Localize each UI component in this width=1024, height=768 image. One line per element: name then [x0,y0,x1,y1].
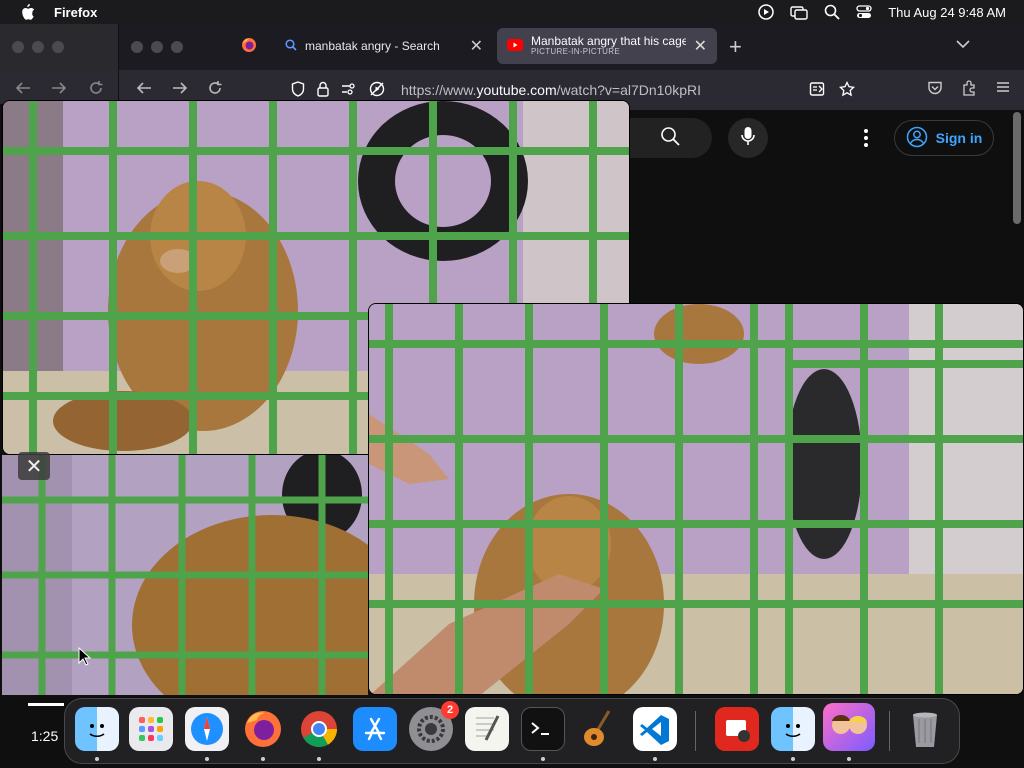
monkey-back-image [2,455,368,695]
system-settings-icon[interactable]: 2 [409,701,459,751]
menu-bar: Firefox Thu Aug 24 9:48 AM [0,0,1024,24]
dock-separator [695,711,696,751]
close-tab-icon[interactable]: ✕ [470,36,483,56]
list-all-tabs-icon[interactable] [955,36,971,54]
firefox-icon [241,37,257,56]
photo-booth-icon[interactable] [715,707,759,751]
forward-icon[interactable] [171,80,189,101]
autoplay-blocked-icon[interactable] [369,81,385,100]
chrome-icon[interactable] [297,707,341,751]
notification-badge: 2 [441,701,459,719]
tab-search[interactable]: manbatak angry - Search ✕ [275,28,493,64]
microphone-icon [741,126,755,151]
reload-icon[interactable] [207,80,223,101]
dock-separator [889,711,890,751]
active-app-name[interactable]: Firefox [54,5,97,20]
background-window [0,24,120,104]
url-prefix: https://www. [401,82,477,98]
running-indicator [847,757,851,761]
vscode-icon[interactable] [633,707,677,751]
youtube-search-button[interactable] [628,118,712,158]
close-icon: ✕ [25,455,43,478]
back-icon[interactable] [135,80,153,101]
tab-strip: manbatak angry - Search ✕ Manbatak angry… [119,24,1024,70]
finder-window-icon[interactable] [771,707,815,751]
spotlight-search-icon[interactable] [824,4,840,20]
app-menu-icon[interactable] [995,80,1011,101]
running-indicator [541,757,545,761]
running-indicator [791,757,795,761]
background-window-controls [12,41,64,53]
new-tab-icon[interactable]: + [729,34,742,60]
tab-youtube-active[interactable]: Manbatak angry that his cage is PICTURE-… [497,28,717,64]
tab-pinned-firefox[interactable] [229,28,269,64]
reader-view-icon[interactable] [809,81,825,100]
control-center-icon[interactable] [856,4,872,20]
screen-recording-icon[interactable] [758,4,774,20]
sign-in-label: Sign in [935,130,983,146]
close-window-button[interactable] [131,41,143,53]
more-options-icon[interactable] [856,126,876,150]
launchpad-icon[interactable] [129,707,173,751]
game-app-icon[interactable] [823,703,875,751]
video-frame-right[interactable] [368,303,1024,695]
page-scrollbar-thumb[interactable] [1013,112,1021,224]
search-icon [285,38,297,54]
pip-close-button[interactable]: ✕ [18,452,50,480]
pip-time: 1:25 [31,728,59,744]
close-tab-icon[interactable]: ✕ [694,36,707,56]
video-frame-bottom-left[interactable] [2,455,368,695]
running-indicator [653,757,657,761]
zoom-window-button[interactable] [171,41,183,53]
minimize-window-button[interactable] [151,41,163,53]
trash-icon[interactable] [903,707,947,751]
permissions-icon[interactable] [341,82,357,99]
background-back-icon [14,80,32,101]
bookmark-star-icon[interactable] [838,80,856,100]
url-path: /watch?v=al7Dn10kpRI [556,82,702,98]
apple-icon[interactable] [0,3,54,21]
running-indicator [95,757,99,761]
running-indicator [317,757,321,761]
monkey-feeding-image [369,304,1023,694]
search-icon [660,126,680,151]
app-store-icon[interactable] [353,707,397,751]
safari-icon[interactable] [185,707,229,751]
background-forward-icon [50,80,68,101]
url-domain: youtube.com [476,82,557,98]
dock: 2 [64,698,960,764]
youtube-icon [507,38,523,54]
lock-icon[interactable] [317,81,329,100]
pocket-icon[interactable] [927,80,943,101]
running-indicator [205,757,209,761]
extensions-icon[interactable] [961,80,977,101]
url-text[interactable]: https://www.youtube.com/watch?v=al7Dn10k… [401,82,701,98]
tracking-protection-shield-icon[interactable] [291,80,305,100]
firefox-dock-icon[interactable] [241,707,285,751]
pip-seek-bar[interactable] [28,703,64,706]
textedit-icon[interactable] [465,707,509,751]
garageband-icon[interactable] [577,707,621,751]
sign-in-button[interactable]: Sign in [894,120,994,156]
account-icon [906,126,928,151]
terminal-icon[interactable] [521,707,565,751]
window-controls[interactable] [131,41,183,53]
tab-label: manbatak angry - Search [305,39,440,53]
mouse-cursor-icon [78,647,92,666]
running-indicator [261,757,265,761]
screen-mirroring-icon[interactable] [790,4,808,20]
menubar-clock[interactable]: Thu Aug 24 9:48 AM [888,5,1006,20]
voice-search-button[interactable] [728,118,768,158]
background-reload-icon [88,80,104,101]
finder-icon[interactable] [75,707,119,751]
tab-sublabel: PICTURE-IN-PICTURE [531,47,620,57]
